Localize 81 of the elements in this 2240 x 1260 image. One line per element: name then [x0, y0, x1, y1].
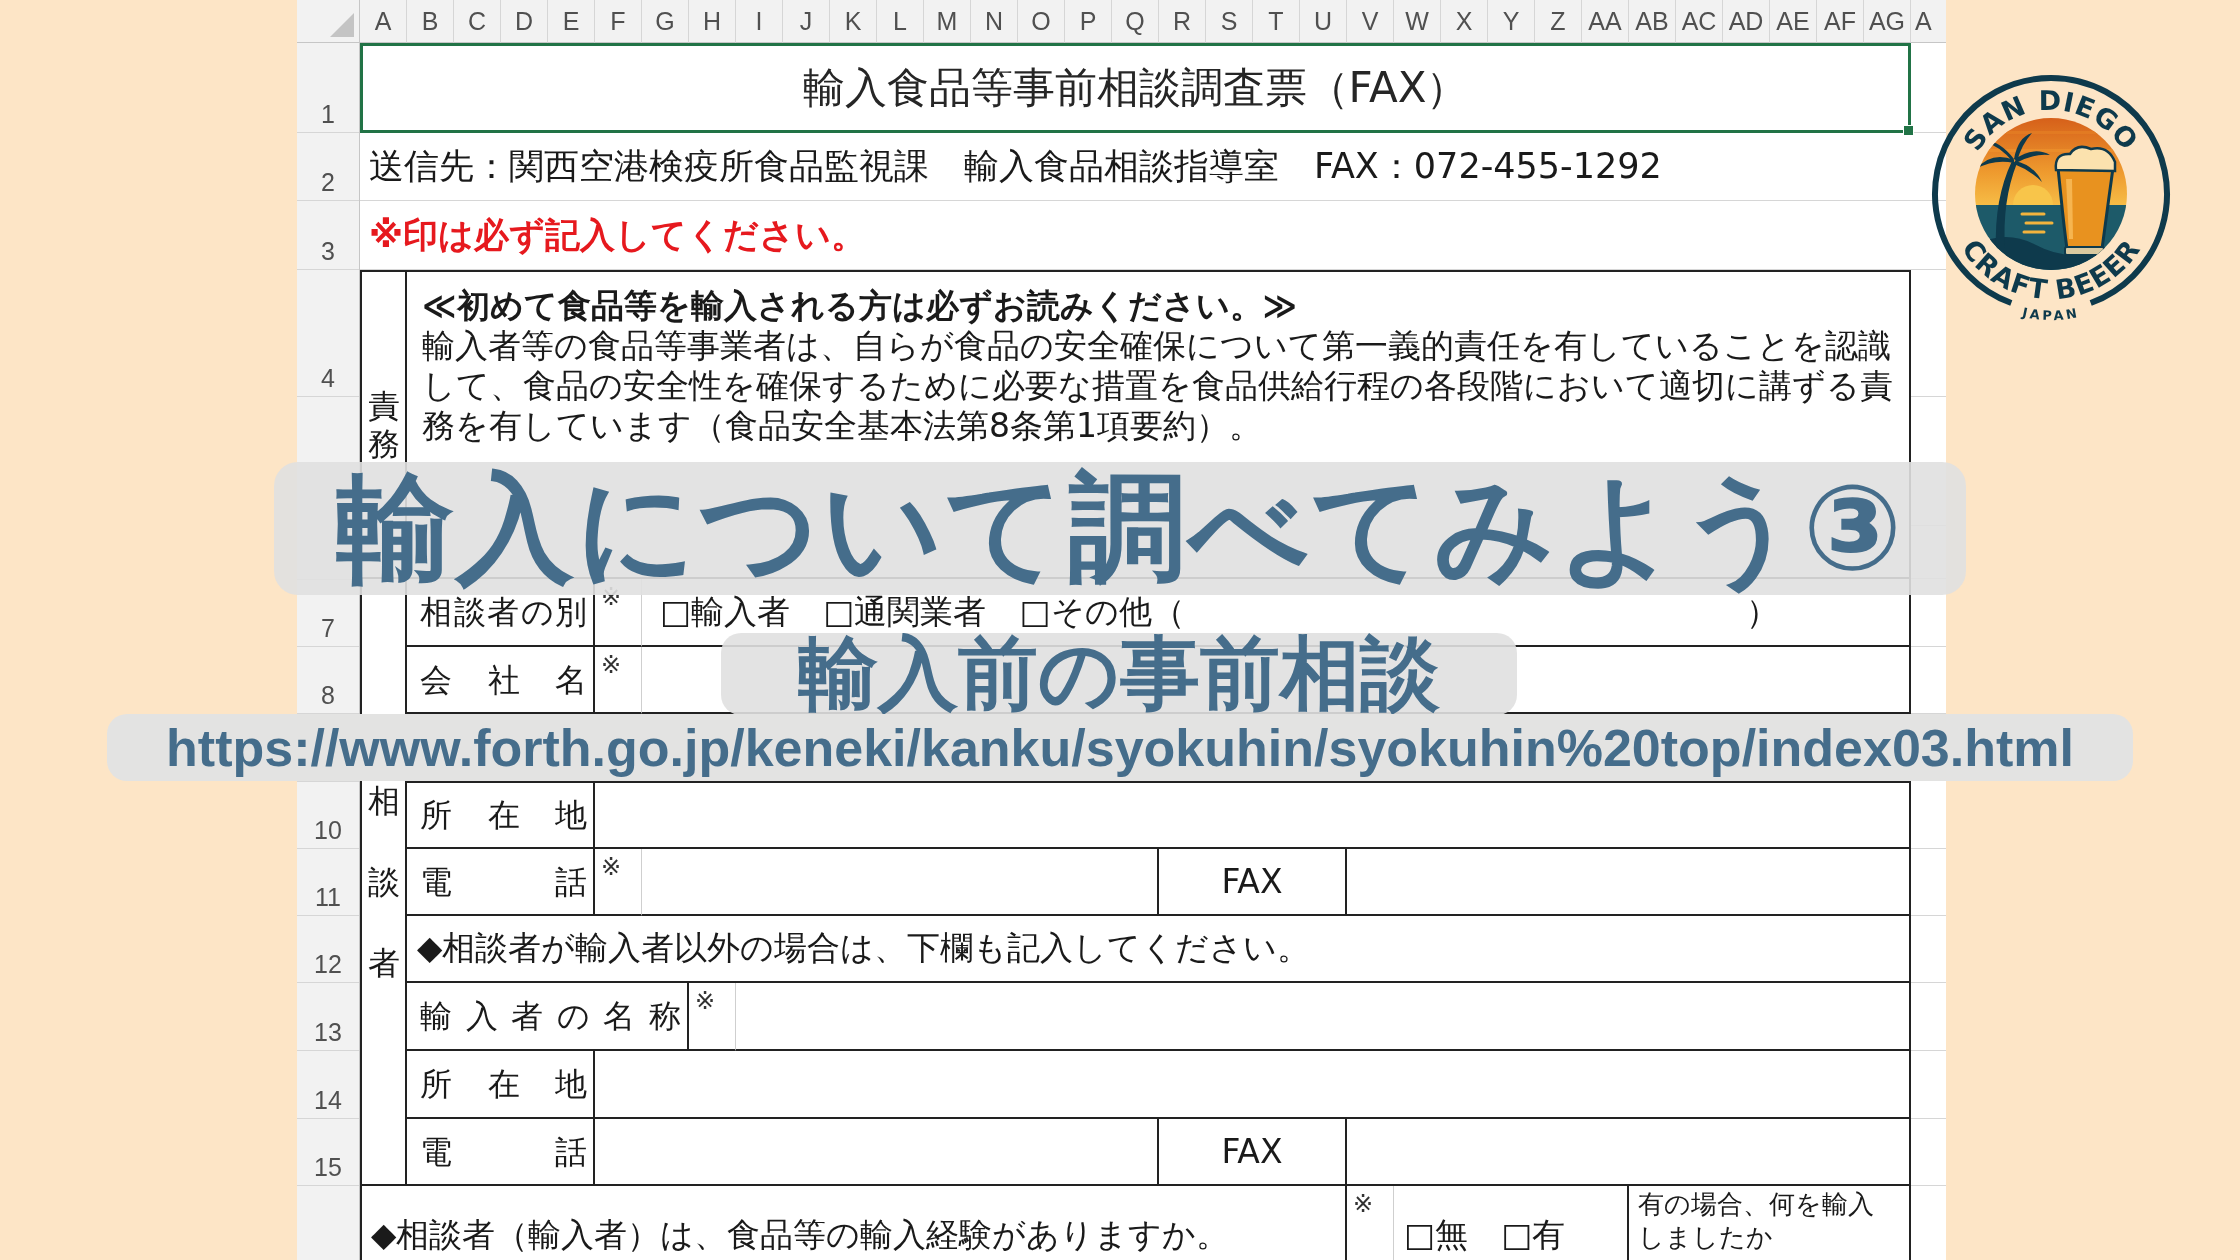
row-header[interactable]: 3: [321, 237, 335, 265]
column-header[interactable]: Y: [1488, 0, 1535, 43]
column-header[interactable]: V: [1347, 0, 1394, 43]
column-header[interactable]: F: [595, 0, 642, 43]
column-header[interactable]: H: [689, 0, 736, 43]
section-label: 責務: [367, 389, 400, 460]
field-label: 相談者の別: [420, 592, 587, 632]
column-header[interactable]: L: [877, 0, 924, 43]
column-header[interactable]: N: [971, 0, 1018, 43]
entry-field[interactable]: [595, 781, 1911, 849]
field-label: 電話: [420, 861, 587, 902]
row-header[interactable]: 10: [314, 816, 342, 844]
column-header[interactable]: B: [407, 0, 454, 43]
column-header[interactable]: S: [1206, 0, 1253, 43]
column-header[interactable]: D: [501, 0, 548, 43]
column-header[interactable]: C: [454, 0, 501, 43]
entry-field[interactable]: [1347, 1119, 1911, 1186]
checkbox-option: □無: [1404, 1215, 1469, 1255]
required-mark: ※: [1352, 1189, 1374, 1218]
subheadline: 輸入前の事前相談: [798, 634, 1440, 714]
required-mark: ※: [600, 852, 622, 881]
field-label: 所在地: [420, 1064, 587, 1104]
fill-handle-icon[interactable]: [1903, 125, 1914, 136]
row-header[interactable]: 14: [314, 1086, 342, 1114]
column-header[interactable]: M: [924, 0, 971, 43]
column-header[interactable]: Q: [1112, 0, 1159, 43]
column-header[interactable]: A: [1911, 0, 1946, 43]
field-label: 所在地: [420, 795, 587, 835]
row-header[interactable]: 12: [314, 950, 342, 978]
required-mark: ※: [694, 986, 716, 1015]
row-header[interactable]: 2: [321, 168, 335, 196]
column-header[interactable]: AG: [1864, 0, 1911, 43]
recipient-line: 送信先：関西空港検疫所食品監視課 輸入食品相談指導室 FAX：072-455-1292: [369, 145, 1662, 188]
column-header[interactable]: O: [1018, 0, 1065, 43]
row-header[interactable]: 15: [314, 1153, 342, 1181]
column-header[interactable]: AB: [1629, 0, 1676, 43]
notice-heading: ≪初めて食品等を輸入される方は必ずお読みください。≫: [422, 286, 1299, 326]
field-label: FAX: [1221, 1132, 1283, 1171]
followup-text: 有の場合、何を輸入しましたか: [1638, 1188, 1875, 1254]
field-label: FAX: [1221, 862, 1283, 901]
entry-field[interactable]: [595, 1119, 1159, 1186]
row-header[interactable]: 11: [315, 883, 341, 911]
column-header[interactable]: I: [736, 0, 783, 43]
column-header[interactable]: K: [830, 0, 877, 43]
column-header[interactable]: AD: [1723, 0, 1770, 43]
row-header[interactable]: 1: [321, 100, 335, 128]
instruction-text: ◆相談者が輸入者以外の場合は、下欄も記入してください。: [417, 927, 1311, 969]
column-header[interactable]: U: [1300, 0, 1347, 43]
column-header[interactable]: J: [783, 0, 830, 43]
entry-field[interactable]: [642, 849, 1159, 916]
field-label: 会社名: [420, 659, 587, 700]
column-header[interactable]: E: [548, 0, 595, 43]
required-mark: ※: [600, 650, 622, 679]
entry-field[interactable]: [1347, 849, 1911, 916]
row-header[interactable]: 7: [321, 614, 335, 642]
column-header[interactable]: R: [1159, 0, 1206, 43]
column-header[interactable]: AA: [1582, 0, 1629, 43]
column-header[interactable]: AF: [1817, 0, 1864, 43]
field-label: 電話: [420, 1131, 587, 1172]
column-header[interactable]: P: [1065, 0, 1112, 43]
entry-field[interactable]: [595, 1051, 1911, 1119]
form-title: 輸入食品等事前相談調査票（FAX）: [802, 62, 1469, 114]
column-header[interactable]: A: [360, 0, 407, 43]
column-header[interactable]: T: [1253, 0, 1300, 43]
row-header[interactable]: 8: [321, 681, 335, 709]
entry-field[interactable]: [736, 983, 1911, 1051]
notice-paragraph: 輸入者等の食品等事業者は、自らが食品の安全確保について第一義的責任を有していることを認識して、食品の安全性を確保するために必要な措置を食品供給行程の各段階において適切に講ずる責務を有しています（食品安全基本法第8条第1項要約）。: [422, 326, 1894, 446]
required-notice: ※印は必ず記入してください。: [369, 213, 867, 257]
row-header[interactable]: 4: [321, 364, 335, 392]
column-header[interactable]: AC: [1676, 0, 1723, 43]
logo-tagline: JAPAN: [2021, 304, 2081, 324]
column-header[interactable]: X: [1441, 0, 1488, 43]
field-label: 輸入者の名称: [420, 996, 681, 1036]
row-header[interactable]: 13: [314, 1018, 342, 1046]
column-header[interactable]: G: [642, 0, 689, 43]
checkbox-option: □有: [1501, 1215, 1566, 1255]
column-header[interactable]: W: [1394, 0, 1441, 43]
column-header[interactable]: Z: [1535, 0, 1582, 43]
section-label: 相談者: [367, 784, 400, 979]
column-header[interactable]: AE: [1770, 0, 1817, 43]
question-text: ◆相談者（輸入者）は、食品等の輸入経験がありますか。: [371, 1215, 1230, 1255]
